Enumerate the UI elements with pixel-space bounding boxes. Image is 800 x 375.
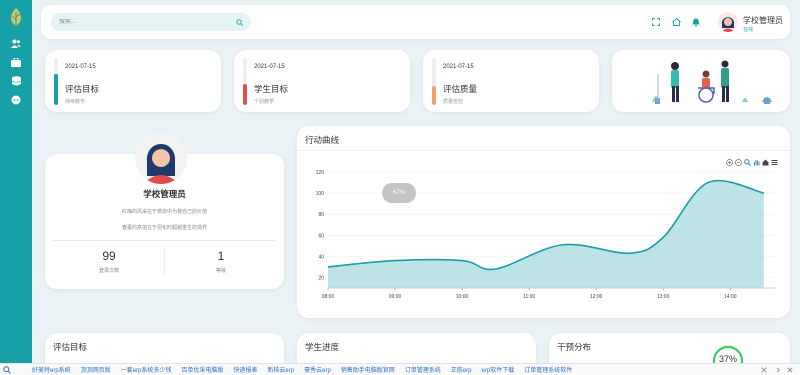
- x-tick-label: 09:00: [389, 294, 402, 300]
- top-header: 学校管理员 在线: [41, 5, 790, 39]
- x-tick-label: 11:00: [523, 294, 535, 300]
- taskbar-link[interactable]: 销售助手电脑版官网: [341, 365, 395, 374]
- chevron-right-icon[interactable]: [774, 366, 782, 374]
- action-curve-chart-card: 行动曲线 20 40 60 80 100 120 08:00 09:00 10:00 11:00 1…: [297, 126, 790, 318]
- panel-title: 学生进度: [305, 342, 340, 352]
- taskbar-link[interactable]: 正航erp: [451, 365, 472, 374]
- y-tick-label: 80: [318, 212, 324, 218]
- stat-subtitle: 质量管控: [443, 99, 464, 105]
- taskbar-link[interactable]: 顶顶网页版: [81, 365, 111, 374]
- x-tick-label: 10:00: [456, 294, 469, 300]
- taskbar-link[interactable]: 订单管理系统: [405, 365, 441, 374]
- stat-date: 2021-07-15: [65, 64, 96, 70]
- y-tick-label: 100: [316, 191, 325, 197]
- bell-icon[interactable]: [691, 17, 701, 27]
- stat-card-eval-quality[interactable]: 2021-07-15 评估质量 质量管控: [423, 50, 599, 112]
- search-icon[interactable]: [0, 364, 14, 375]
- users-icon[interactable]: [9, 36, 23, 50]
- search-input[interactable]: [59, 19, 236, 25]
- stat-card-eval-target[interactable]: 2021-07-15 评估目标 持续教学: [45, 50, 221, 112]
- taskbar-link[interactable]: 豪秀云erp: [304, 365, 331, 374]
- login-count-label: 登录次数: [98, 268, 119, 274]
- taskbar-link[interactable]: 好美特erp系统: [32, 365, 71, 374]
- y-tick-label: 40: [318, 254, 324, 260]
- stat-date: 2021-07-15: [254, 64, 285, 70]
- taskbar-link[interactable]: 新核云erp: [267, 365, 294, 374]
- panel-title: 评估目标: [53, 342, 88, 352]
- medical-care-illustration: [652, 60, 772, 104]
- sidebar: [0, 0, 32, 363]
- stat-subtitle: 持续教学: [65, 99, 86, 105]
- progress-fill: [432, 86, 436, 105]
- home-icon[interactable]: [671, 17, 681, 27]
- stat-title: 评估质量: [443, 84, 478, 94]
- stat-title: 评估目标: [65, 84, 100, 94]
- user-name[interactable]: 学校管理员: [743, 15, 783, 26]
- progress-fill: [54, 74, 58, 105]
- progress-bar: [54, 58, 58, 105]
- search-icon[interactable]: [236, 13, 243, 31]
- profile-name: 学校管理员: [143, 189, 186, 199]
- stat-subtitle: 个别教学: [254, 99, 275, 105]
- x-tick-label: 14:00: [724, 294, 737, 300]
- progress-bar: [432, 58, 436, 105]
- database-icon[interactable]: [9, 74, 23, 88]
- profile-avatar: [135, 132, 187, 184]
- stat-title: 学生目标: [254, 84, 289, 94]
- divider: [164, 248, 165, 274]
- chat-icon[interactable]: [9, 93, 23, 107]
- taskbar-link[interactable]: 百单优采电脑版: [181, 365, 223, 374]
- action-curve-chart: 20 40 60 80 100 120 08:00 09:00 10:00 11:00 12:00 1…: [316, 170, 775, 300]
- panel-title: 干预分布: [557, 342, 592, 352]
- fullscreen-icon[interactable]: [651, 17, 661, 27]
- x-tick-label: 08:00: [322, 294, 335, 300]
- level-value: 1: [217, 249, 225, 263]
- stat-card-student-target[interactable]: 2021-07-15 学生目标 个别教学: [234, 50, 410, 112]
- search-box: [51, 13, 251, 31]
- progress-fill: [243, 83, 247, 105]
- data-tooltip: 67%: [382, 183, 416, 203]
- progress-bar: [243, 58, 247, 105]
- taskbar-link[interactable]: 一套erp系统多少钱: [121, 365, 172, 374]
- user-status: 在线: [743, 27, 754, 33]
- profile-card: 学校管理员 红梅的风采在于燃烧中为我自己的价值 春蚕的意值在于羽化时超越重生的境…: [45, 132, 284, 289]
- expand-icon[interactable]: [760, 366, 768, 374]
- y-tick-label: 20: [318, 275, 324, 281]
- browser-taskbar: 好美特erp系统 顶顶网页版 一套erp系统多少钱 百单优采电脑版 快递报表 新…: [0, 363, 800, 375]
- level-label: 等级: [215, 268, 226, 274]
- stat-date: 2021-07-15: [443, 64, 474, 70]
- taskbar-link[interactable]: 订单管理系统软件: [524, 365, 572, 374]
- login-count-value: 99: [102, 249, 116, 263]
- taskbar-link[interactable]: 快递报表: [233, 365, 257, 374]
- profile-motto-2: 春蚕的意值在于羽化时超越重生的境界: [121, 225, 207, 231]
- illustration-card: [612, 50, 790, 112]
- x-tick-label: 13:00: [657, 294, 670, 300]
- leaf-logo-icon: [6, 6, 26, 28]
- x-tick-label: 12:00: [590, 294, 603, 300]
- y-tick-label: 120: [316, 170, 325, 176]
- y-tick-label: 60: [318, 233, 324, 239]
- profile-motto-1: 红梅的风采在于燃烧中为我自己的价值: [121, 209, 207, 215]
- taskbar-link[interactable]: erp软件下载: [482, 365, 515, 374]
- user-avatar[interactable]: [718, 12, 738, 32]
- divider: [53, 240, 276, 241]
- close-icon[interactable]: [786, 366, 794, 374]
- briefcase-icon[interactable]: [9, 55, 23, 69]
